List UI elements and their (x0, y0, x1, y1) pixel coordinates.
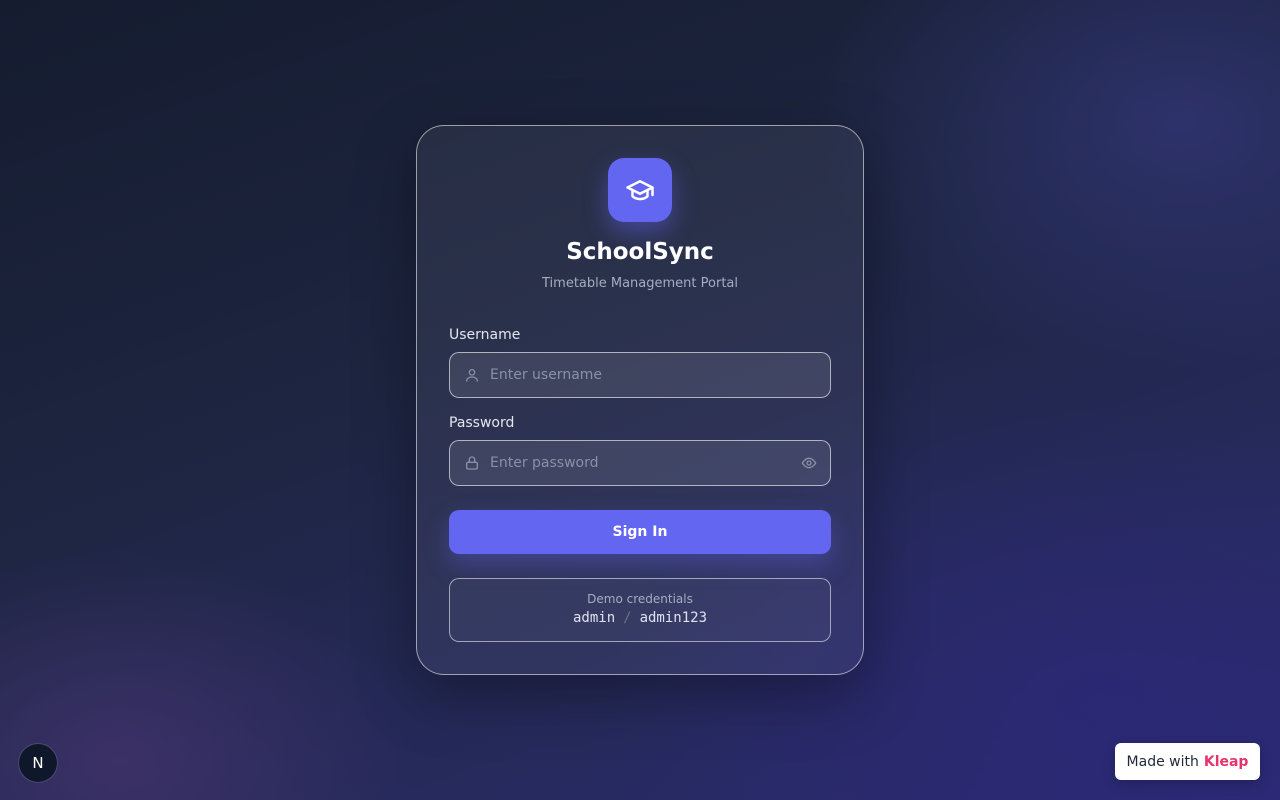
eye-icon[interactable] (800, 455, 818, 471)
password-field[interactable] (449, 440, 831, 486)
demo-credentials-title: Demo credentials (587, 592, 693, 606)
password-label: Password (449, 415, 515, 431)
logo-tile (608, 158, 672, 222)
demo-credentials: admin / admin123 (450, 610, 830, 626)
password-input[interactable] (490, 441, 790, 485)
username-input[interactable] (490, 353, 790, 397)
lock-icon (466, 456, 478, 470)
username-field[interactable] (449, 352, 831, 398)
graduation-cap-icon (626, 180, 654, 201)
kleap-brand: Kleap (1203, 753, 1249, 770)
user-icon (466, 369, 478, 382)
app-subtitle: Timetable Management Portal (542, 276, 738, 291)
demo-credentials-box: Demo credentials admin / admin123 (449, 578, 831, 642)
demo-separator: / (623, 610, 632, 626)
demo-username: admin (572, 610, 616, 626)
next-badge-letter: N (32, 754, 44, 772)
next-badge-button[interactable]: N (19, 744, 57, 782)
sign-in-button[interactable]: Sign In (449, 510, 831, 554)
username-label: Username (449, 327, 521, 343)
made-with-kleap-badge[interactable]: Made with Kleap (1115, 743, 1260, 780)
login-card: SchoolSync Timetable Management Portal U… (416, 125, 864, 675)
demo-password: admin123 (639, 610, 708, 626)
app-title: SchoolSync (566, 239, 714, 265)
made-with-text: Made with (1126, 753, 1199, 770)
